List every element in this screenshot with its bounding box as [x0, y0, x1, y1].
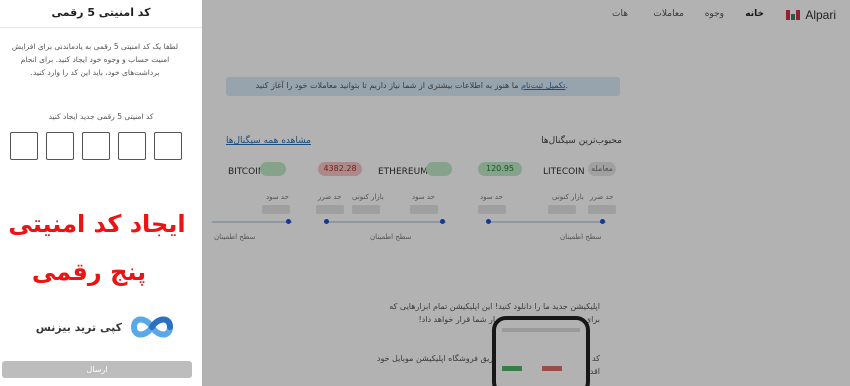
- code-digit-input[interactable]: [10, 132, 38, 160]
- code-digit-input[interactable]: [46, 132, 74, 160]
- code-digit-input[interactable]: [154, 132, 182, 160]
- infinity-logo-icon: [130, 316, 174, 338]
- code-digit-input[interactable]: [118, 132, 146, 160]
- brand-block: کپی ترید بیزنس: [24, 308, 176, 346]
- brand-name: کپی ترید بیزنس: [35, 320, 122, 334]
- panel-description: لطفا یک کد امنیتی 5 رقمی به یادماندنی بر…: [11, 42, 179, 77]
- code-input-label: کد امنیتی 5 رقمی جدید ایجاد کنید: [48, 112, 154, 121]
- panel-title: کد امنیتی 5 رقمی: [51, 6, 151, 19]
- code-digit-input[interactable]: [82, 132, 110, 160]
- security-code-panel: کد امنیتی 5 رقمی لطفا یک کد امنیتی 5 رقم…: [0, 0, 202, 386]
- headline-line-2: پنج رقمی: [31, 258, 147, 286]
- submit-button[interactable]: ارسال: [2, 361, 192, 378]
- headline-line-1: ایجاد کد امنیتی: [8, 210, 186, 238]
- divider: [0, 27, 202, 28]
